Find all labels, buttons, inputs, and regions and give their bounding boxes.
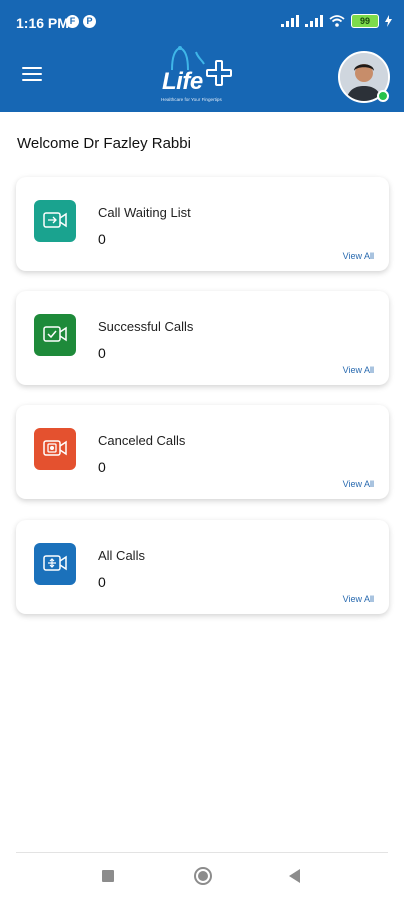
status-right-icons: 99 — [281, 14, 392, 28]
card-title: Canceled Calls — [98, 433, 186, 448]
card-count: 0 — [98, 459, 106, 475]
logo-tagline: Healthcare for Your Fingertips — [161, 97, 222, 102]
view-all-link[interactable]: View All — [343, 365, 374, 375]
hamburger-icon[interactable] — [22, 67, 42, 83]
signal-icon-2 — [305, 15, 323, 27]
home-icon[interactable] — [194, 867, 212, 885]
card-count: 0 — [98, 231, 106, 247]
app-header: 1:16 PM F P 99 Life Healthcare for Your … — [0, 0, 404, 112]
card-canceled-calls[interactable]: Canceled Calls 0 View All — [16, 405, 389, 499]
view-all-link[interactable]: View All — [343, 479, 374, 489]
card-call-waiting-list[interactable]: Call Waiting List 0 View All — [16, 177, 389, 271]
status-time: 1:16 PM — [16, 15, 69, 31]
notification-f-icon: F — [66, 15, 79, 28]
card-count: 0 — [98, 345, 106, 361]
status-bar: 1:16 PM F P 99 — [0, 0, 404, 42]
charging-icon — [385, 15, 392, 27]
video-success-icon — [34, 314, 76, 356]
logo-plus-icon — [206, 60, 232, 86]
battery-icon: 99 — [351, 14, 379, 28]
video-waiting-icon — [34, 200, 76, 242]
back-icon[interactable] — [289, 869, 300, 883]
card-successful-calls[interactable]: Successful Calls 0 View All — [16, 291, 389, 385]
app-logo: Life Healthcare for Your Fingertips — [158, 46, 248, 108]
wifi-icon — [329, 15, 345, 27]
logo-text: Life — [162, 68, 203, 95]
recent-apps-icon[interactable] — [102, 870, 114, 882]
card-title: Call Waiting List — [98, 205, 191, 220]
notification-icons: F P — [66, 15, 96, 28]
card-title: Successful Calls — [98, 319, 194, 334]
welcome-text: Welcome Dr Fazley Rabbi — [17, 135, 191, 152]
view-all-link[interactable]: View All — [343, 251, 374, 261]
video-cancel-icon — [34, 428, 76, 470]
card-title: All Calls — [98, 548, 145, 563]
card-count: 0 — [98, 574, 106, 590]
view-all-link[interactable]: View All — [343, 594, 374, 604]
notification-p-icon: P — [83, 15, 96, 28]
video-all-icon — [34, 543, 76, 585]
nav-divider — [16, 852, 388, 853]
card-all-calls[interactable]: All Calls 0 View All — [16, 520, 389, 614]
signal-icon — [281, 15, 299, 27]
online-status-dot — [377, 90, 389, 102]
